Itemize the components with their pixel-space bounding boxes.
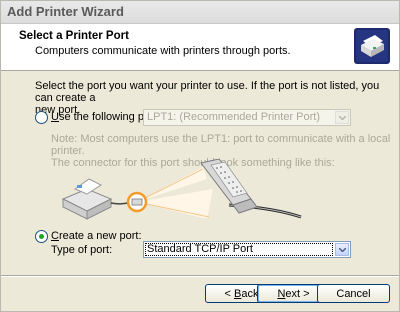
footer-divider bbox=[1, 275, 399, 277]
title-bar[interactable]: Add Printer Wizard bbox=[1, 1, 399, 24]
printer-icon bbox=[353, 27, 391, 65]
next-label-rest: ext > bbox=[285, 288, 310, 300]
use-port-accel: U bbox=[51, 111, 59, 123]
create-port-radio[interactable] bbox=[35, 230, 48, 243]
window-title: Add Printer Wizard bbox=[7, 4, 124, 19]
chevron-down-icon[interactable] bbox=[335, 111, 349, 124]
use-port-select[interactable]: LPT1: (Recommended Printer Port) bbox=[143, 109, 351, 126]
chevron-down-icon[interactable] bbox=[335, 243, 349, 256]
page-subtitle: Computers communicate with printers thro… bbox=[35, 45, 291, 57]
lpt-connector-illustration bbox=[61, 158, 361, 225]
port-type-label: Type of port: bbox=[51, 244, 113, 256]
page-title: Select a Printer Port bbox=[19, 30, 129, 42]
back-prefix: < bbox=[224, 288, 234, 300]
create-port-label-rest: reate a new port: bbox=[58, 230, 142, 242]
wizard-header: Select a Printer Port Computers communic… bbox=[1, 24, 399, 71]
cancel-button[interactable]: Cancel bbox=[317, 284, 390, 303]
port-type-value: Standard TCP/IP Port bbox=[147, 243, 253, 255]
use-port-radio[interactable] bbox=[35, 111, 48, 124]
create-port-label[interactable]: Create a new port: bbox=[51, 230, 142, 242]
port-note-line-1: Note: Most computers use the LPT1: port … bbox=[51, 133, 391, 157]
wizard-window: Add Printer Wizard Select a Printer Port… bbox=[0, 0, 400, 312]
port-type-select[interactable]: Standard TCP/IP Port bbox=[143, 241, 351, 258]
create-port-accel: C bbox=[51, 230, 59, 242]
use-port-value: LPT1: (Recommended Printer Port) bbox=[147, 111, 321, 123]
back-label-rest: ack bbox=[241, 288, 259, 300]
intro-line-1: Select the port you want your printer to… bbox=[35, 80, 380, 104]
